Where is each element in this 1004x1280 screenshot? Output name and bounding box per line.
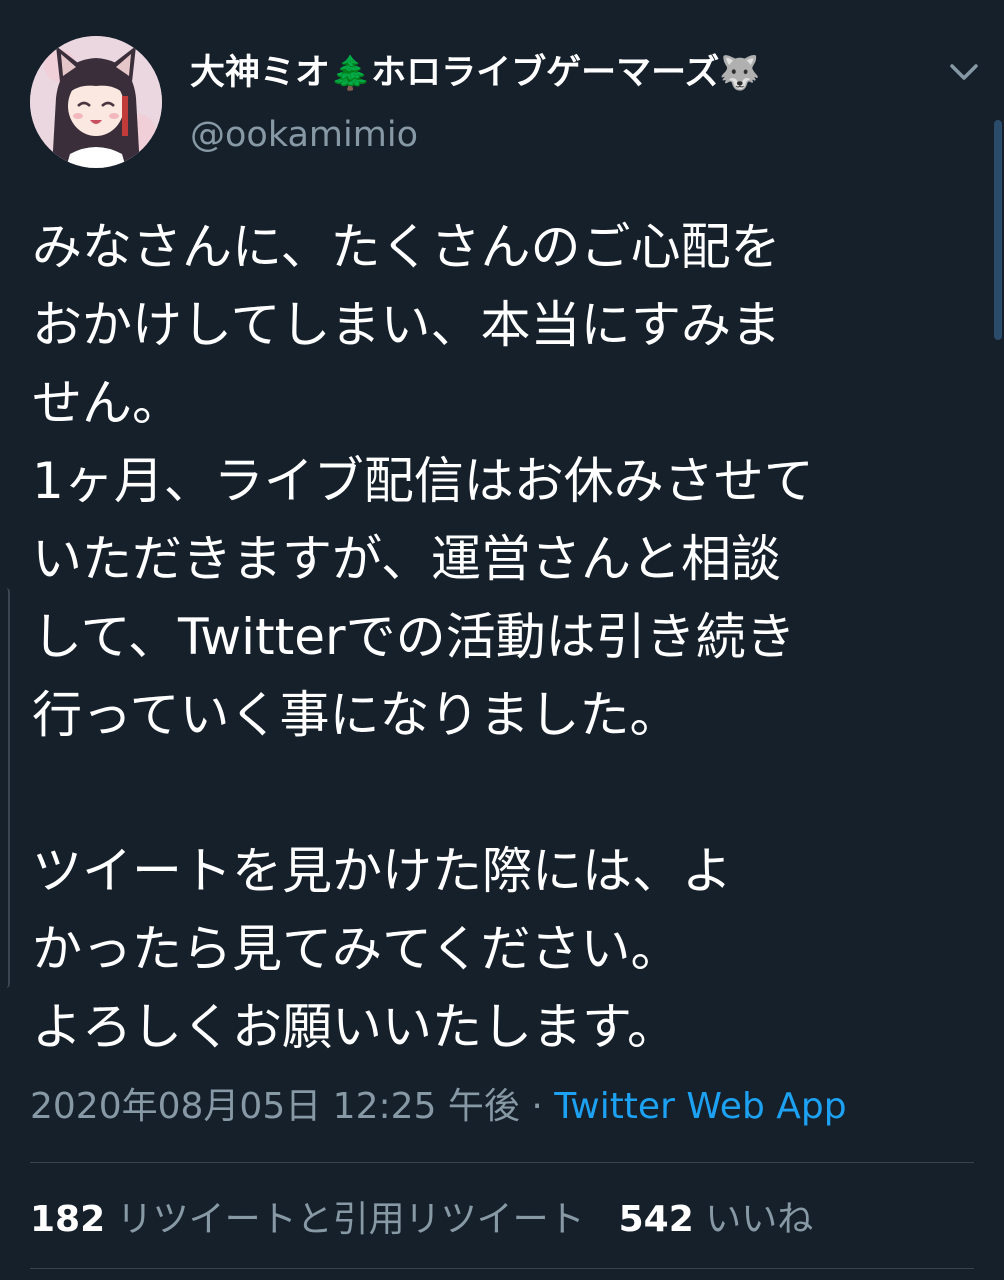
tweet-line: おかけしてしまい、本当にすみま [32, 296, 781, 354]
display-name[interactable]: 大神ミオ🌲ホロライブゲーマーズ🐺 [190, 50, 760, 96]
scrollbar-thumb[interactable] [994, 120, 1002, 340]
chevron-down-icon[interactable] [944, 52, 984, 92]
retweets-label: リツイートと引用リツイート [116, 1199, 585, 1240]
likes-stat[interactable]: 542 いいね [619, 1199, 814, 1240]
display-name-suffix: ホロライブゲーマーズ [371, 53, 720, 93]
tweet-line: せん。 [32, 374, 182, 432]
display-name-text: 大神ミオ [190, 53, 331, 93]
likes-label: いいね [705, 1199, 814, 1240]
tweet-detail-screen: 大神ミオ🌲ホロライブゲーマーズ🐺 @ookamimio みなさんに、たくさんのご… [0, 0, 1004, 1280]
tweet-line: 行っていく事になりました。 [32, 686, 680, 744]
user-handle[interactable]: @ookamimio [190, 112, 418, 158]
avatar[interactable] [30, 36, 162, 168]
retweets-count: 182 [30, 1199, 106, 1240]
tweet-source-link[interactable]: Twitter Web App [554, 1086, 846, 1127]
tweet-line: みなさんに、たくさんのご心配を [32, 218, 781, 276]
tweet-line: して、Twitterでの活動は引き続き [32, 608, 796, 666]
tweet-line: 1ヶ月、ライブ配信はお休みさせて [32, 452, 814, 510]
tweet-paragraph: ツイートを見かけた際には、よ かったら見てみてください。 よろしくお願いいたしま… [32, 832, 972, 1066]
retweets-stat[interactable]: 182 リツイートと引用リツイート [30, 1199, 585, 1240]
divider [30, 1268, 974, 1269]
avatar-image [30, 36, 162, 168]
divider [30, 1162, 974, 1163]
tweet-line: いただきますが、運営さんと相談 [32, 530, 781, 588]
tweet-timestamp[interactable]: 2020年08月05日 12:25 午後 [30, 1086, 520, 1127]
meta-separator: · [519, 1086, 555, 1127]
tweet-stats: 182 リツイートと引用リツイート 542 いいね [30, 1196, 813, 1244]
tweet-line: ツイートを見かけた際には、よ [32, 842, 732, 900]
likes-count: 542 [618, 1199, 694, 1240]
tweet-line: よろしくお願いいたします。 [32, 998, 677, 1056]
tweet-meta: 2020年08月05日 12:25 午後 · Twitter Web App [30, 1083, 847, 1131]
tweet-paragraph: みなさんに、たくさんのご心配を おかけしてしまい、本当にすみま せん。 1ヶ月、… [32, 208, 972, 754]
edge-indicator [0, 588, 10, 988]
tweet-text: みなさんに、たくさんのご心配を おかけしてしまい、本当にすみま せん。 1ヶ月、… [32, 208, 972, 1066]
tweet-line: かったら見てみてください。 [32, 920, 681, 978]
wolf-emoji: 🐺 [719, 53, 761, 92]
tree-emoji: 🌲 [330, 53, 372, 92]
